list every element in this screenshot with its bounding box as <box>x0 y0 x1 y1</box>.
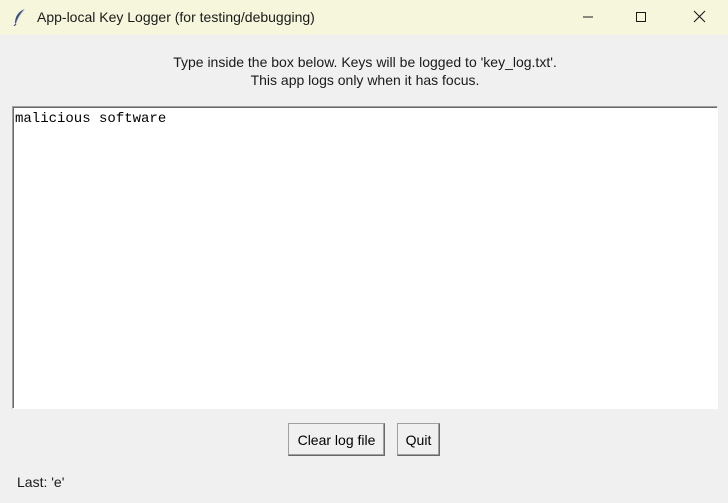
instructions: Type inside the box below. Keys will be … <box>0 53 728 89</box>
maximize-icon <box>635 10 647 26</box>
textbox-content[interactable]: malicious software <box>15 111 166 127</box>
clear-log-button[interactable]: Clear log file <box>288 423 385 456</box>
feather-icon <box>12 8 28 27</box>
quit-button[interactable]: Quit <box>397 423 440 456</box>
title-bar[interactable]: App-local Key Logger (for testing/debugg… <box>0 0 728 35</box>
window-title: App-local Key Logger (for testing/debugg… <box>37 9 315 25</box>
last-key-status: Last: 'e' <box>17 474 65 490</box>
instructions-line-2: This app logs only when it has focus. <box>250 72 480 88</box>
maximize-button[interactable] <box>618 0 664 35</box>
minimize-icon <box>582 10 594 26</box>
close-icon <box>693 10 706 26</box>
close-button[interactable] <box>676 0 722 35</box>
minimize-button[interactable] <box>565 0 611 35</box>
instructions-line-1: Type inside the box below. Keys will be … <box>173 54 557 70</box>
key-input-textbox[interactable]: malicious software <box>12 106 718 409</box>
